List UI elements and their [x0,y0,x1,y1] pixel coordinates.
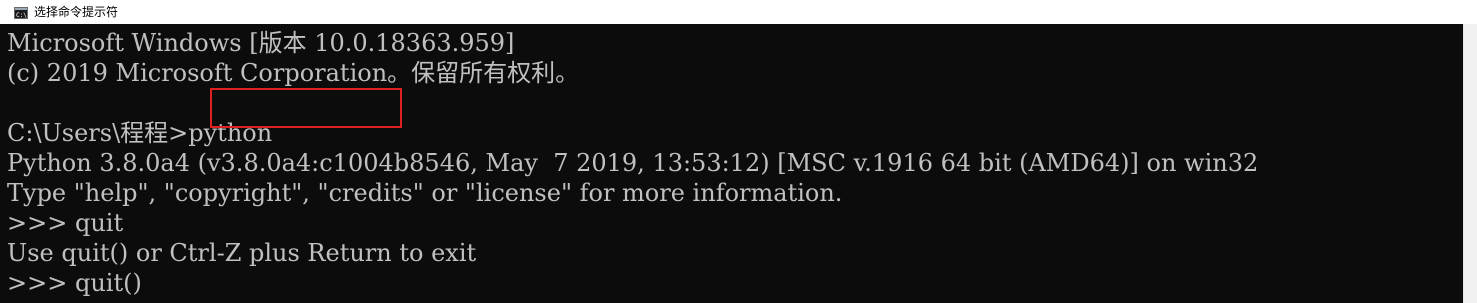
console-line-quit-hint: Use quit() or Ctrl-Z plus Return to exit [7,239,477,267]
cmd-icon: C:\ [14,6,28,19]
console-line-copyright: (c) 2019 Microsoft Corporation。保留所有权利。 [7,59,580,87]
console-line-blank [7,88,1258,118]
console-line-quit-call: >>> quit() [7,269,142,297]
console-line-prompt-python: C:\Users\程程>python [7,119,273,147]
svg-text:C:\: C:\ [16,12,27,19]
console-line-version: Microsoft Windows [版本 10.0.18363.959] [7,29,515,57]
vertical-scrollbar[interactable] [1463,24,1477,303]
console-output-area[interactable]: Microsoft Windows [版本 10.0.18363.959] (c… [0,24,1463,303]
window-title: 选择命令提示符 [34,5,119,19]
title-bar[interactable]: C:\ 选择命令提示符 [0,0,1477,24]
console-lines: Microsoft Windows [版本 10.0.18363.959] (c… [7,28,1258,298]
console-line-python-banner: Python 3.8.0a4 (v3.8.0a4:c1004b8546, May… [7,149,1259,177]
console-line-quit-command: >>> quit [7,209,124,237]
command-prompt-window: C:\ 选择命令提示符 Microsoft Windows [版本 10.0.1… [0,0,1477,303]
python-command-highlight [210,88,402,128]
console-line-python-help: Type "help", "copyright", "credits" or "… [7,179,843,207]
